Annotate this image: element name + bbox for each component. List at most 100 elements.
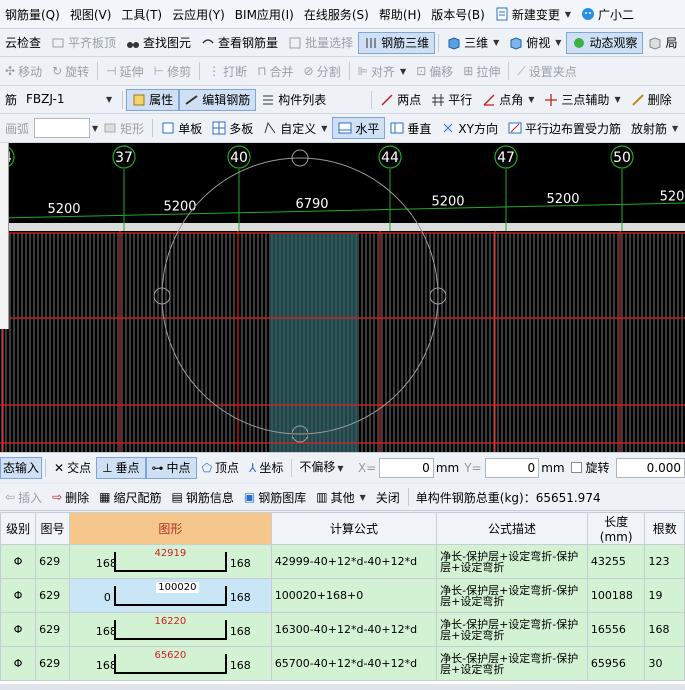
- cell-formula[interactable]: 16300-40+12*d-40+12*d: [270, 612, 438, 647]
- guangxiaoer-button[interactable]: 广小二: [576, 3, 639, 25]
- col-count[interactable]: 根数: [644, 512, 685, 545]
- scale-rebar-button[interactable]: ▦ 缩尺配筋: [94, 486, 166, 508]
- edit-rebar-button[interactable]: 编辑钢筋: [179, 88, 257, 111]
- cell-formula[interactable]: 65700-40+12*d-40+12*d: [270, 646, 438, 681]
- table-row[interactable]: Φ 629 168 42919 168 42999-40+12*d-40+12*d …: [0, 544, 685, 579]
- view-rebar-qty-button[interactable]: 查看钢筋量: [196, 32, 283, 54]
- col-shape[interactable]: 图形: [68, 512, 272, 545]
- menu-view[interactable]: 视图(V): [65, 6, 117, 23]
- menu-tools[interactable]: 工具(T): [116, 6, 167, 23]
- menu-rebar-qty[interactable]: 钢筋量(Q): [0, 6, 65, 23]
- parallel-button[interactable]: 平行: [426, 89, 477, 111]
- component-select[interactable]: FBZJ-1: [22, 90, 104, 110]
- intersection-snap[interactable]: ✕ 交点: [49, 457, 96, 479]
- find-element-button[interactable]: 查找图元: [121, 32, 196, 54]
- close-editor-button[interactable]: 关闭: [371, 486, 405, 508]
- top-view-button[interactable]: 俯视 ▼: [504, 32, 566, 54]
- custom-button[interactable]: 自定义 ▼: [258, 117, 332, 139]
- table-row[interactable]: Φ 629 168 65620 168 65700-40+12*d-40+12*d …: [0, 646, 685, 681]
- align-button[interactable]: ⊫ 对齐 ▼: [353, 60, 412, 82]
- cell-figure-no[interactable]: 629: [35, 612, 70, 647]
- perpendicular-snap[interactable]: ⊥ 垂点: [96, 456, 146, 479]
- batch-select-button[interactable]: 批量选择: [283, 32, 358, 54]
- cell-length[interactable]: 65956: [586, 646, 646, 681]
- point-angle-button[interactable]: 点角 ▼: [477, 89, 539, 111]
- view-3d-button[interactable]: 三维 ▼: [442, 32, 504, 54]
- shape-mid-value-editing[interactable]: 100020: [155, 581, 199, 593]
- three-point-aux-button[interactable]: 三点辅助 ▼: [539, 89, 625, 111]
- cell-count[interactable]: 168: [644, 612, 685, 647]
- rotate-input[interactable]: 0.000: [615, 457, 685, 478]
- extend-button[interactable]: ⊣ 延伸: [101, 60, 148, 82]
- cloud-check-button[interactable]: 云检查: [0, 32, 46, 54]
- table-row[interactable]: Φ 629 168 16220 168 16300-40+12*d-40+12*d …: [0, 612, 685, 647]
- rebar-info-button[interactable]: ▤ 钢筋信息: [167, 486, 239, 508]
- cell-formula[interactable]: 42999-40+12*d-40+12*d: [270, 544, 438, 579]
- cell-shape[interactable]: 168 42919 168: [68, 544, 272, 579]
- break-button[interactable]: ⋮ 打断: [203, 60, 252, 82]
- cell-description[interactable]: 净长-保护层+设定弯折-保护层+设定弯折: [436, 578, 588, 613]
- new-change-button[interactable]: 新建变更 ▼: [490, 3, 576, 25]
- cell-length[interactable]: 43255: [586, 544, 646, 579]
- flush-top-button[interactable]: 平齐板顶: [46, 32, 121, 54]
- cell-count[interactable]: 19: [644, 578, 685, 613]
- cell-grade[interactable]: Φ: [0, 578, 37, 613]
- cell-shape-selected[interactable]: 0 100020 168: [68, 578, 272, 613]
- cell-shape[interactable]: 168 65620 168: [68, 646, 272, 681]
- vertex-snap[interactable]: ⬠ 顶点: [197, 457, 244, 479]
- vertical-button[interactable]: 垂直: [385, 117, 436, 139]
- cell-length[interactable]: 100188: [586, 578, 646, 613]
- cell-figure-no[interactable]: 629: [35, 578, 70, 613]
- menu-online[interactable]: 在线服务(S): [299, 6, 374, 23]
- cad-drawing[interactable]: 34374044475052005200679052005200520: [0, 143, 685, 452]
- cell-description[interactable]: 净长-保护层+设定弯折-保护层+设定弯折: [436, 544, 588, 579]
- dynamic-input-button[interactable]: 态输入: [0, 456, 43, 479]
- col-figure-no[interactable]: 图号: [35, 512, 70, 545]
- arc-mode-select[interactable]: [34, 118, 91, 138]
- delete-row-button[interactable]: ⇨ 删除: [47, 486, 94, 508]
- cell-grade[interactable]: Φ: [0, 646, 37, 681]
- rebar-3d-button[interactable]: 钢筋三维: [358, 31, 436, 54]
- col-description[interactable]: 公式描述: [436, 512, 588, 545]
- dynamic-observe-button[interactable]: 动态观察: [566, 31, 644, 54]
- col-length[interactable]: 长度(mm): [586, 512, 646, 545]
- two-points-button[interactable]: 两点: [375, 89, 426, 111]
- cell-count[interactable]: 123: [644, 544, 685, 579]
- cell-count[interactable]: 30: [644, 646, 685, 681]
- cell-grade[interactable]: Φ: [0, 544, 37, 579]
- menu-version[interactable]: 版本号(B): [426, 6, 490, 23]
- menu-cloud[interactable]: 云应用(Y): [167, 6, 230, 23]
- cell-description[interactable]: 净长-保护层+设定弯折-保护层+设定弯折: [436, 612, 588, 647]
- multi-board-button[interactable]: 多板: [207, 117, 258, 139]
- cell-shape[interactable]: 168 16220 168: [68, 612, 272, 647]
- coordinate-snap[interactable]: ⅄ 坐标: [244, 457, 288, 479]
- split-button[interactable]: ⊘ 分割: [299, 60, 346, 82]
- arc-button[interactable]: 画弧: [0, 117, 34, 139]
- offset-mode-select[interactable]: 不偏移 ▼: [295, 458, 355, 478]
- rotate-checkbox[interactable]: [570, 462, 582, 473]
- col-formula[interactable]: 计算公式: [270, 512, 438, 545]
- component-list-button[interactable]: 构件列表: [256, 89, 331, 111]
- parallel-edge-button[interactable]: 平行边布置受力筋: [503, 117, 626, 139]
- other-menu-button[interactable]: ▥ 其他 ▼: [311, 486, 371, 508]
- rect-button[interactable]: 矩形: [98, 117, 149, 139]
- set-grip-button[interactable]: ⟋ 设置夹点: [512, 60, 581, 82]
- x-input[interactable]: 0: [379, 457, 434, 478]
- horizontal-button[interactable]: 水平: [332, 117, 386, 139]
- radial-rebar-button[interactable]: 放射筋 ▼: [626, 117, 683, 139]
- y-input[interactable]: 0: [484, 457, 540, 478]
- side-panel-edge[interactable]: [0, 143, 9, 329]
- table-row[interactable]: Φ 629 0 100020 168 100020+168+0 净长-保护层+设定弯…: [0, 578, 685, 613]
- cell-figure-no[interactable]: 629: [35, 646, 70, 681]
- move-button[interactable]: ✣ 移动: [0, 60, 47, 82]
- stretch-button[interactable]: ⊞ 拉伸: [458, 60, 505, 82]
- menu-bim[interactable]: BIM应用(I): [230, 6, 299, 23]
- col-grade[interactable]: 级别: [0, 512, 37, 545]
- cell-grade[interactable]: Φ: [0, 612, 37, 647]
- drawing-canvas[interactable]: 34374044475052005200679052005200520: [0, 143, 685, 452]
- properties-button[interactable]: 属性: [126, 88, 180, 111]
- offset-button[interactable]: ⊡ 偏移: [411, 60, 458, 82]
- trim-button[interactable]: ⊢ 修剪: [149, 60, 196, 82]
- menu-help[interactable]: 帮助(H): [374, 6, 426, 23]
- cell-figure-no[interactable]: 629: [35, 544, 70, 579]
